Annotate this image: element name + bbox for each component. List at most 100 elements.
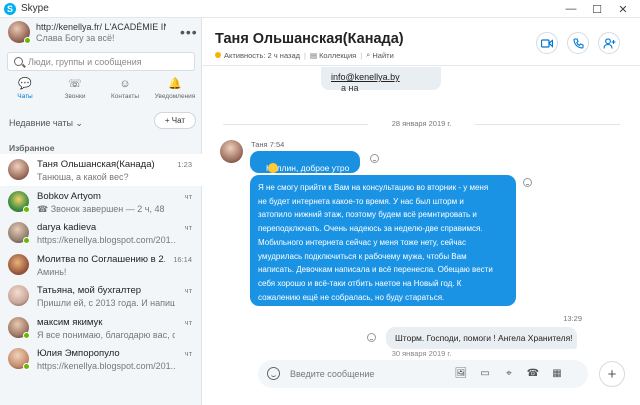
message-input-box[interactable]: 🖼 ▭ ⌖ ☎ ▦ [258, 360, 588, 388]
smile-emoji-icon [268, 163, 278, 173]
close-button[interactable]: ✕ [610, 3, 636, 16]
avatar [8, 253, 29, 275]
search-icon: ⌕ [366, 50, 371, 59]
react-emoji-icon[interactable] [523, 178, 532, 187]
message-text: а на info@kenellya.by [331, 72, 400, 93]
contact-card-icon[interactable]: ☎ [526, 367, 540, 381]
presence-online-icon [23, 205, 30, 213]
chat-preview: Пришли ей, с 2013 года. И напиш... [37, 298, 175, 308]
tab-label: Уведомления [154, 93, 196, 100]
title-bar: S Skype — ☐ ✕ [0, 0, 640, 18]
email-link[interactable]: info@kenellya.by [331, 72, 400, 82]
react-emoji-icon[interactable] [370, 154, 379, 163]
files-icon[interactable]: ▭ [478, 367, 492, 381]
add-person-icon [602, 37, 615, 49]
chat-time: чт [184, 349, 192, 358]
minimize-button[interactable]: — [558, 3, 584, 15]
chat-list: Таня Ольшанская(Канада) Танюша, а какой … [0, 154, 202, 375]
date-divider-text: 30 января 2019 г. [391, 349, 452, 358]
chat-preview: Аминь! [37, 266, 67, 277]
tab-label: Звонки [64, 93, 86, 100]
contact-name[interactable]: Таня Ольшанская(Канада) [215, 31, 404, 47]
presence-online-icon [24, 37, 31, 44]
incoming-message[interactable]: Неллин, доброе утро [250, 151, 360, 173]
search-input[interactable] [28, 55, 188, 69]
outgoing-message[interactable]: Шторм. Господи, помоги ! Ангела Хранител… [386, 327, 577, 349]
chat-preview: Я все понимаю, благодарю вас, о... [37, 329, 175, 340]
tab-notifications[interactable]: 🔔 Уведомления [150, 76, 200, 106]
message-text-prefix: а на [341, 83, 359, 93]
chat-name: максим якимук [37, 316, 103, 328]
message-text: Я не смогу прийти к Вам на консультацию … [258, 183, 493, 302]
separator: | [360, 50, 363, 60]
chat-name: Bobkov Artyom [37, 190, 101, 202]
search-box[interactable] [7, 52, 195, 71]
new-chat-button[interactable]: + Чат [154, 112, 196, 129]
chat-list-item[interactable]: Молитва по Соглашению в 2... Аминь! 16:1… [0, 249, 202, 281]
profile-name: http://kenellya.fr/ L'ACADÉMIE INTER... [36, 22, 166, 32]
tab-calls[interactable]: ☏ Звонки [50, 76, 100, 106]
chat-preview: ☎ Звонок завершен — 2 ч, 48 [37, 203, 165, 214]
recent-chats-dropdown[interactable]: Недавние чаты ⌄ [9, 118, 83, 129]
collection-link[interactable]: Коллекция [319, 51, 356, 60]
tab-label: Чаты [17, 93, 33, 100]
sender-meta: Таня 7:54 [251, 140, 285, 149]
chat-list-item[interactable]: Юлия Эмпоропуло https://kenellya.blogspo… [0, 343, 202, 375]
sidebar: http://kenellya.fr/ L'ACADÉMIE INTER... … [0, 18, 202, 405]
message-greeting: Неллин, доброе утро [266, 163, 350, 173]
chat-list-item[interactable]: Татьяна, мой бухгалтер Пришли ей, с 2013… [0, 280, 202, 312]
chat-list-item[interactable]: Таня Ольшанская(Канада) Танюша, а какой … [0, 154, 202, 186]
audio-call-button[interactable] [567, 32, 589, 54]
message-input[interactable] [290, 367, 440, 381]
conversation-pane: Таня Ольшанская(Канада) Активность: 2 ч … [203, 18, 640, 405]
profile-mood: Слава Богу за всё! [36, 33, 115, 43]
favorites-header: Избранное [9, 143, 55, 153]
chat-time: 16:14 [173, 254, 192, 264]
activity-status: Активность: 2 ч назад [224, 50, 301, 60]
contacts-icon: ☺ [119, 78, 131, 90]
more-options-icon[interactable]: ••• [180, 24, 198, 40]
chat-list-item[interactable]: darya kadieva https://kenellya.blogspot.… [0, 217, 202, 249]
chat-name: Таня Ольшанская(Канада) [37, 159, 155, 170]
composer: 30 января 2019 г. 🖼 ▭ ⌖ ☎ ▦ + [203, 349, 640, 405]
window-title: Skype [21, 3, 49, 14]
video-call-button[interactable] [536, 32, 558, 54]
find-link[interactable]: Найти [372, 51, 393, 60]
tab-chats[interactable]: 💬 Чаты [0, 76, 50, 106]
gallery-icon: ▤ [309, 50, 318, 60]
maximize-button[interactable]: ☐ [584, 3, 610, 16]
avatar [8, 285, 29, 306]
chat-list-item[interactable]: Bobkov Artyom ☎ Звонок завершен — 2 ч, 4… [0, 186, 202, 218]
more-actions-button[interactable]: + [599, 361, 625, 387]
chat-time: чт [184, 223, 192, 232]
message-area: а на info@kenellya.by 28 января 2019 г. … [203, 67, 640, 355]
react-emoji-icon[interactable] [367, 333, 376, 342]
chat-name: Молитва по Соглашению в 2... [37, 253, 165, 265]
chat-time: 1:23 [177, 160, 192, 169]
presence-online-icon [23, 331, 30, 339]
chat-time: чт [184, 191, 192, 201]
chat-preview: https://kenellya.blogspot.com/201... [37, 235, 175, 245]
chat-name: Татьяна, мой бухгалтер [37, 285, 142, 296]
chat-time: чт [184, 317, 192, 327]
gallery-icon[interactable]: 🖼 [454, 367, 468, 381]
sender-avatar[interactable] [220, 140, 243, 163]
message-bubble-partial: а на info@kenellya.by [321, 67, 441, 93]
tab-contacts[interactable]: ☺ Контакты [100, 76, 150, 106]
bell-icon: 🔔 [168, 78, 182, 90]
emoji-icon[interactable] [267, 367, 280, 380]
chat-list-item[interactable]: максим якимук Я все понимаю, благодарю в… [0, 312, 202, 344]
contact-meta: Активность: 2 ч назад | ▤ Коллекция | ⌕ … [215, 50, 394, 60]
add-people-button[interactable] [598, 32, 620, 54]
video-camera-icon [541, 38, 553, 48]
separator: | [304, 50, 306, 60]
chat-name: Юлия Эмпоропуло [37, 348, 120, 359]
chat-icon: 💬 [18, 78, 32, 90]
location-icon[interactable]: ⌖ [502, 367, 516, 381]
chat-name: darya kadieva [37, 222, 97, 233]
date-divider: 28 января 2019 г. [203, 119, 640, 129]
window-controls: — ☐ ✕ [558, 0, 636, 18]
profile-header[interactable]: http://kenellya.fr/ L'ACADÉMIE INTER... … [0, 18, 201, 48]
poll-icon[interactable]: ▦ [550, 367, 564, 381]
incoming-message[interactable]: Я не смогу прийти к Вам на консультацию … [250, 175, 516, 306]
